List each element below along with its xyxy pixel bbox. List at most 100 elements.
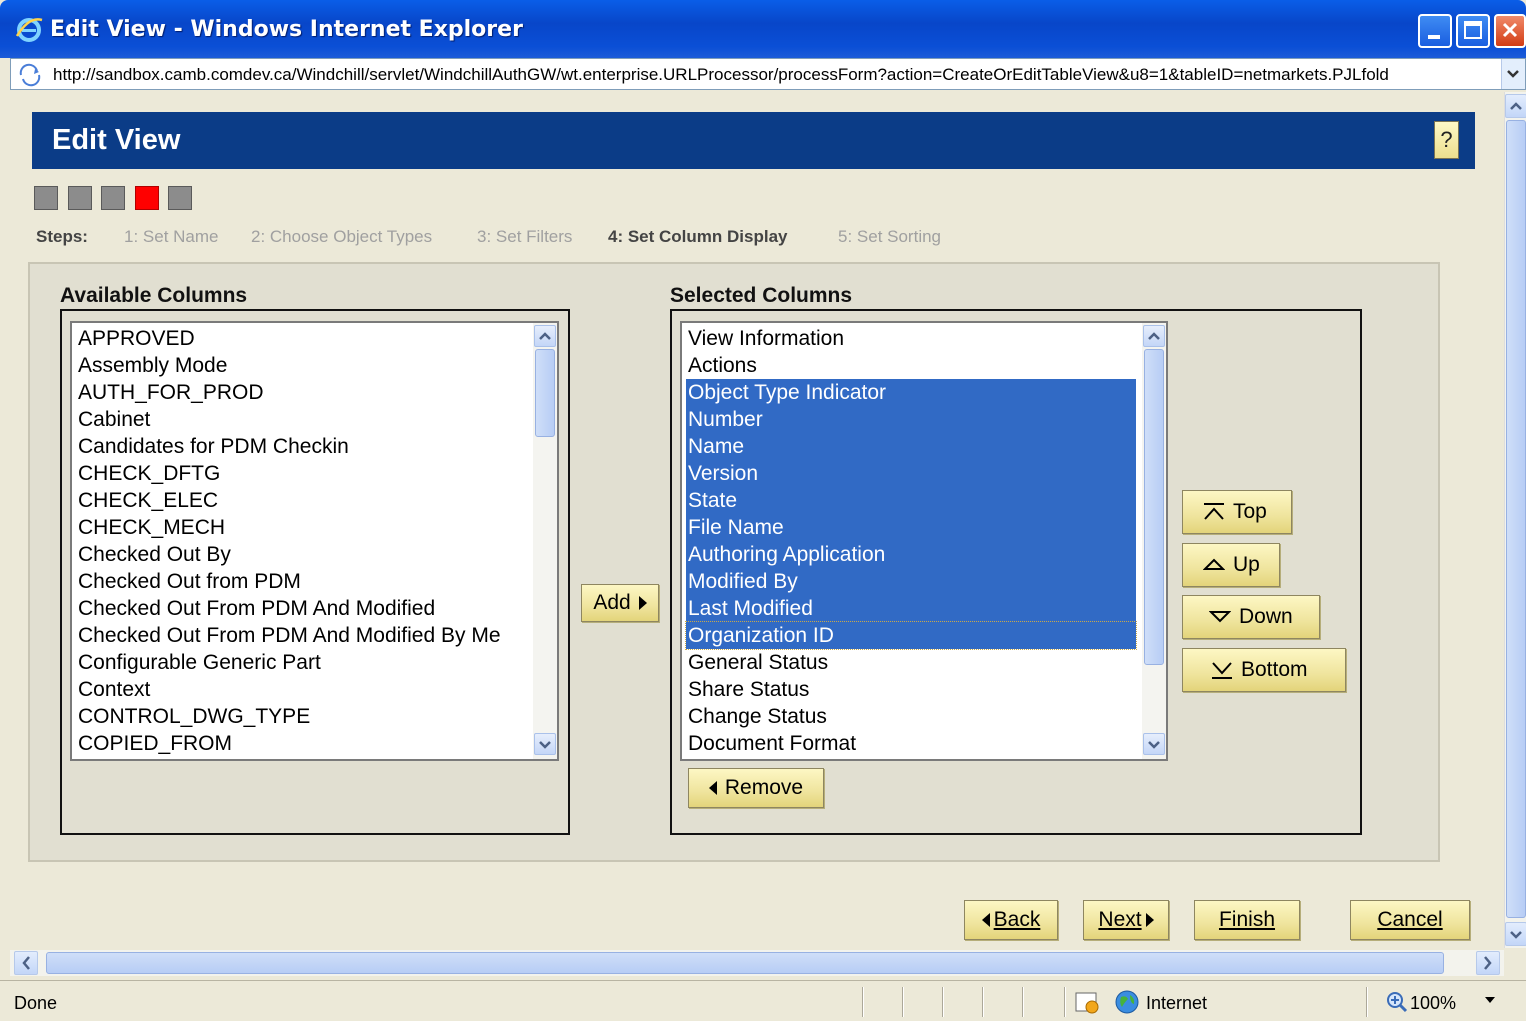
move-down-icon bbox=[1209, 611, 1231, 623]
protected-mode-icon[interactable] bbox=[1074, 989, 1102, 1015]
page-loading-icon bbox=[19, 63, 41, 87]
next-button-label: Next bbox=[1098, 908, 1142, 931]
available-column-option[interactable]: Context bbox=[78, 676, 150, 703]
selected-column-option[interactable]: Number bbox=[686, 406, 1136, 433]
status-bar: Done Internet 100% bbox=[0, 980, 1526, 1021]
browser-horizontal-scrollbar[interactable] bbox=[10, 950, 1504, 976]
help-button[interactable]: ? bbox=[1434, 121, 1459, 159]
globe-icon bbox=[1115, 990, 1139, 1014]
selected-columns-title: Selected Columns bbox=[670, 284, 853, 307]
back-button[interactable]: Back bbox=[964, 900, 1058, 940]
minimize-icon bbox=[1428, 35, 1440, 39]
move-top-button[interactable]: Top bbox=[1182, 490, 1292, 534]
available-column-option[interactable]: COPIED_FROM bbox=[78, 730, 232, 757]
address-dropdown-button[interactable] bbox=[1501, 59, 1525, 89]
available-columns-listbox[interactable]: APPROVED Assembly Mode AUTH_FOR_PROD Cabine… bbox=[70, 321, 559, 761]
available-column-option[interactable]: CHECK_DFTG bbox=[78, 460, 220, 487]
page-title: Edit View bbox=[52, 124, 181, 156]
step-indicator-2 bbox=[68, 186, 92, 210]
status-divider bbox=[902, 987, 904, 1017]
chevron-up-icon bbox=[1510, 102, 1522, 110]
move-to-top-icon bbox=[1204, 503, 1224, 520]
move-down-button[interactable]: Down bbox=[1182, 595, 1320, 639]
selected-column-option[interactable]: State bbox=[686, 487, 1136, 514]
selected-column-option[interactable]: Name bbox=[686, 433, 1136, 460]
remove-button[interactable]: Remove bbox=[688, 768, 824, 808]
selected-column-option[interactable]: Object Type Indicator bbox=[686, 379, 1136, 406]
selected-column-option[interactable]: Last Modified bbox=[686, 595, 1136, 622]
available-column-option[interactable]: CHECK_ELEC bbox=[78, 487, 218, 514]
next-button[interactable]: Next bbox=[1083, 900, 1169, 940]
selected-column-option[interactable]: Modified By bbox=[686, 568, 1136, 595]
scroll-up-button[interactable] bbox=[1143, 325, 1165, 347]
move-up-button[interactable]: Up bbox=[1182, 543, 1280, 587]
chevron-down-icon[interactable] bbox=[1484, 995, 1496, 1005]
back-button-label: Back bbox=[993, 908, 1041, 931]
status-divider bbox=[942, 987, 944, 1017]
selected-columns-listbox[interactable]: View Information Actions Object Type Indic… bbox=[680, 321, 1168, 761]
selected-column-option[interactable]: Document Format bbox=[688, 730, 856, 757]
scroll-thumb[interactable] bbox=[535, 349, 555, 437]
maximize-button[interactable] bbox=[1456, 14, 1490, 48]
available-column-option[interactable]: Cabinet bbox=[78, 406, 150, 433]
available-column-option[interactable]: Checked Out from PDM bbox=[78, 568, 301, 595]
step-indicator-4 bbox=[135, 186, 159, 210]
chevron-up-icon bbox=[539, 332, 551, 340]
scroll-down-button[interactable] bbox=[1143, 733, 1165, 755]
scroll-up-button[interactable] bbox=[534, 325, 556, 347]
selected-column-option[interactable]: Organization ID bbox=[685, 621, 1137, 650]
move-up-icon bbox=[1203, 558, 1225, 570]
selected-column-option[interactable]: Change Status bbox=[688, 703, 827, 730]
cancel-button[interactable]: Cancel bbox=[1350, 900, 1470, 940]
status-divider bbox=[1064, 987, 1066, 1017]
available-column-option[interactable]: CONTROL_DWG_TYPE bbox=[78, 703, 310, 730]
scroll-up-button[interactable] bbox=[1505, 94, 1526, 118]
scroll-left-button[interactable] bbox=[14, 951, 38, 975]
move-up-label: Up bbox=[1233, 553, 1260, 576]
available-column-option[interactable]: Checked Out By bbox=[78, 541, 231, 568]
scroll-thumb[interactable] bbox=[1144, 349, 1164, 665]
zoom-level[interactable]: 100% bbox=[1410, 993, 1456, 1014]
selected-column-option[interactable]: General Status bbox=[688, 649, 828, 676]
scroll-thumb[interactable] bbox=[1506, 120, 1526, 918]
arrow-right-icon bbox=[1145, 913, 1154, 927]
chevron-up-icon bbox=[1148, 332, 1160, 340]
available-column-option[interactable]: Checked Out From PDM And Modified bbox=[78, 595, 435, 622]
available-columns-scrollbar[interactable] bbox=[533, 323, 557, 759]
chevron-down-icon bbox=[1148, 741, 1160, 749]
selected-column-option[interactable]: View Information bbox=[688, 325, 844, 352]
scroll-thumb[interactable] bbox=[46, 952, 1444, 974]
finish-button-label: Finish bbox=[1218, 908, 1276, 931]
url-text[interactable]: http://sandbox.camb.comdev.ca/Windchill/… bbox=[53, 65, 1499, 85]
selected-column-option[interactable]: Share Status bbox=[688, 676, 809, 703]
selected-column-option[interactable]: Version bbox=[686, 460, 1136, 487]
available-column-option[interactable]: Configurable Generic Part bbox=[78, 649, 321, 676]
available-column-option[interactable]: Assembly Mode bbox=[78, 352, 227, 379]
selected-column-option[interactable]: Authoring Application bbox=[686, 541, 1136, 568]
status-divider bbox=[1022, 987, 1024, 1017]
page-content: Edit View ? Steps: 1: Set Name 2: Choose… bbox=[10, 92, 1502, 948]
scroll-right-button[interactable] bbox=[1476, 951, 1500, 975]
add-button-label: Add bbox=[593, 591, 631, 614]
zoom-icon[interactable] bbox=[1386, 991, 1408, 1013]
move-bottom-button[interactable]: Bottom bbox=[1182, 648, 1346, 692]
selected-columns-scrollbar[interactable] bbox=[1142, 323, 1166, 759]
available-column-option[interactable]: Candidates for PDM Checkin bbox=[78, 433, 349, 460]
column-display-panel: Available Columns APPROVED Assembly Mode A… bbox=[28, 262, 1440, 862]
minimize-button[interactable] bbox=[1418, 14, 1452, 48]
finish-button[interactable]: Finish bbox=[1194, 900, 1300, 940]
selected-column-option[interactable]: Actions bbox=[688, 352, 757, 379]
available-column-option[interactable]: AUTH_FOR_PROD bbox=[78, 379, 264, 406]
available-column-option[interactable]: Checked Out From PDM And Modified By Me bbox=[78, 622, 501, 649]
add-button[interactable]: Add bbox=[581, 584, 659, 622]
selected-column-option[interactable]: File Name bbox=[686, 514, 1136, 541]
scroll-down-button[interactable] bbox=[534, 733, 556, 755]
chevron-left-icon bbox=[22, 956, 30, 970]
address-bar[interactable]: http://sandbox.camb.comdev.ca/Windchill/… bbox=[10, 58, 1526, 90]
scroll-down-button[interactable] bbox=[1505, 922, 1526, 946]
available-column-option[interactable]: CHECK_MECH bbox=[78, 514, 225, 541]
available-column-option[interactable]: APPROVED bbox=[78, 325, 195, 352]
close-button[interactable] bbox=[1494, 14, 1526, 48]
browser-vertical-scrollbar[interactable] bbox=[1504, 92, 1526, 948]
step-2-choose-object-types: 2: Choose Object Types bbox=[251, 227, 433, 246]
